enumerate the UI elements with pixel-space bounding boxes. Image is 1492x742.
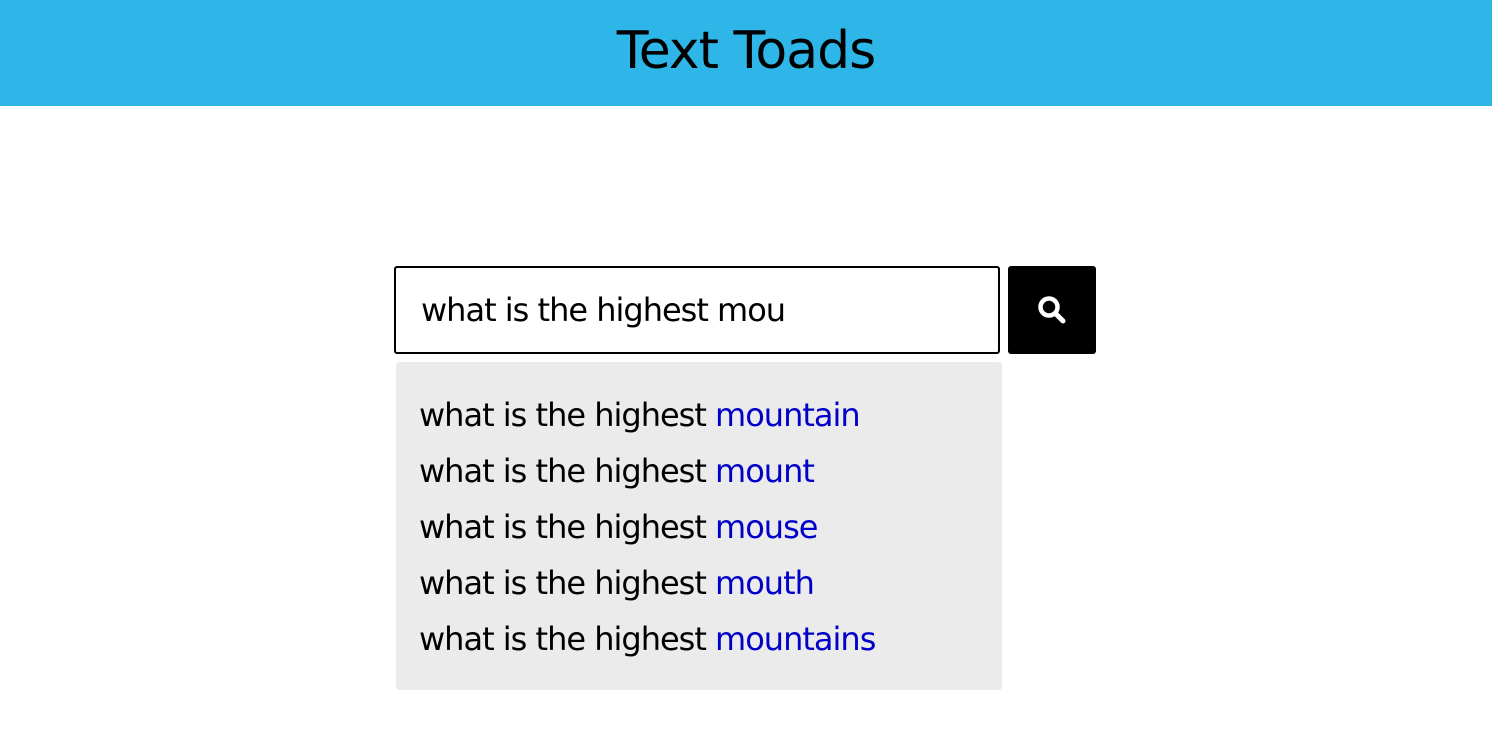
suggestion-completion: mouse — [715, 508, 818, 546]
site-header: Text Toads — [0, 0, 1492, 106]
suggestion-prefix: what is the highest — [419, 564, 716, 602]
suggestion-completion: mountain — [715, 396, 861, 434]
suggestion-item[interactable]: what is the highest mountain — [419, 392, 1002, 448]
suggestion-item[interactable]: what is the highest mountains — [419, 616, 1002, 672]
search-button[interactable] — [1008, 266, 1096, 354]
suggestion-completion: mountains — [715, 620, 876, 658]
search-input[interactable] — [394, 266, 1000, 354]
suggestion-item[interactable]: what is the highest mouse — [419, 504, 1002, 560]
search-icon — [1038, 296, 1066, 324]
suggestion-item[interactable]: what is the highest mount — [419, 448, 1002, 504]
suggestion-prefix: what is the highest — [419, 620, 716, 658]
suggestion-item[interactable]: what is the highest mouth — [419, 560, 1002, 616]
suggestions-dropdown: what is the highest mountain what is the… — [396, 362, 1002, 690]
suggestion-completion: mount — [715, 452, 815, 490]
suggestion-completion: mouth — [715, 564, 815, 602]
suggestion-prefix: what is the highest — [419, 508, 716, 546]
suggestion-prefix: what is the highest — [419, 396, 716, 434]
suggestion-prefix: what is the highest — [419, 452, 716, 490]
site-title: Text Toads — [616, 21, 876, 81]
